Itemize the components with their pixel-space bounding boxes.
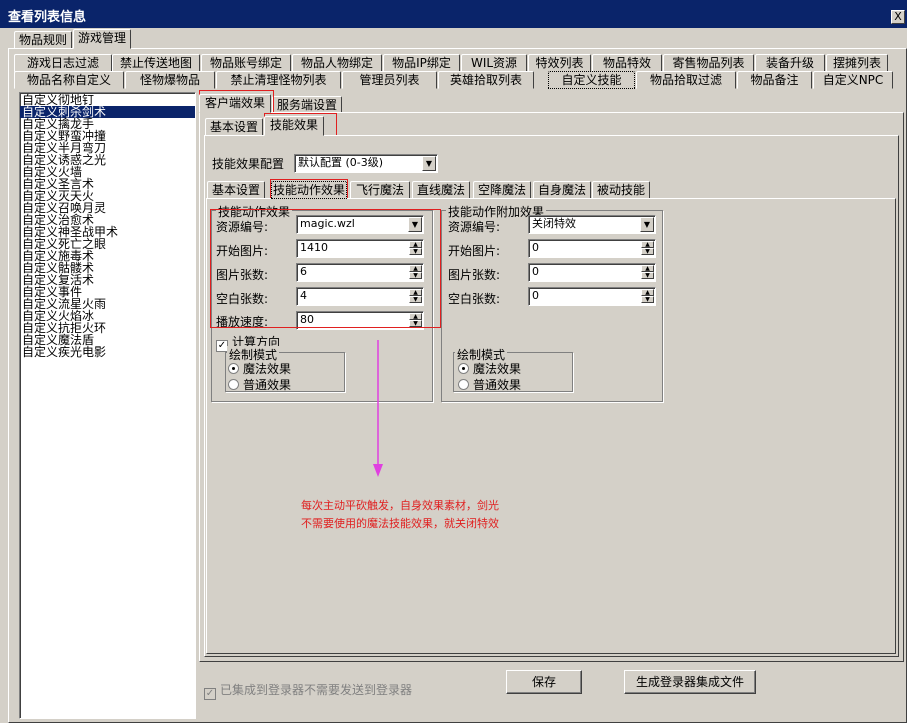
window-title: 查看列表信息	[8, 10, 87, 25]
radio-selected-icon[interactable]	[458, 363, 469, 374]
feature-tab-row1-6[interactable]: 特效列表	[528, 54, 591, 72]
extra-blank-stepper[interactable]: 0 ▲ ▼	[528, 287, 656, 306]
image-count-label: 图片张数:	[216, 268, 269, 282]
extra-radio-magic-label: 魔法效果	[473, 362, 522, 376]
extra-radio-normal-label: 普通效果	[473, 378, 522, 392]
tab-item-rules[interactable]: 物品规则	[14, 31, 72, 49]
play-speed-value: 80	[300, 313, 314, 326]
spin-arrows-icon[interactable]: ▲ ▼	[409, 289, 422, 304]
radio-magic-label: 魔法效果	[243, 362, 292, 376]
list-item[interactable]: 自定义疾光电影	[20, 346, 195, 358]
resource-select[interactable]: magic.wzl ▼	[296, 215, 424, 234]
inner-tab-6[interactable]: 被动技能	[592, 181, 650, 199]
radio-icon[interactable]	[228, 379, 239, 390]
inner-tab-3[interactable]: 直线魔法	[412, 181, 470, 199]
extra-resource-label: 资源编号:	[448, 220, 501, 234]
tab-game-management[interactable]: 游戏管理	[73, 29, 131, 49]
effect-config-label: 技能效果配置	[212, 157, 285, 171]
spin-arrows-icon[interactable]: ▲ ▼	[409, 313, 422, 328]
extra-blank-value: 0	[532, 289, 539, 302]
tab-skill-effect[interactable]: 技能效果	[264, 116, 324, 136]
start-image-stepper[interactable]: 1410 ▲ ▼	[296, 239, 424, 258]
effect-config-select[interactable]: 默认配置 (0-3级) ▼	[294, 154, 438, 173]
tab-client-effect[interactable]: 客户端效果	[199, 94, 271, 113]
feature-tab-row2-3[interactable]: 管理员列表	[342, 71, 437, 89]
extra-count-value: 0	[532, 265, 539, 278]
extra-start-label: 开始图片:	[448, 244, 501, 258]
radio-normal-label: 普通效果	[243, 378, 292, 392]
annotation-arrow	[373, 340, 383, 477]
resource-label: 资源编号:	[216, 220, 269, 234]
spin-arrows-icon[interactable]: ▲ ▼	[641, 265, 654, 280]
spin-arrows-icon[interactable]: ▲ ▼	[409, 241, 422, 256]
feature-tab-row1-10[interactable]: 摆摊列表	[826, 54, 888, 72]
extra-start-stepper[interactable]: 0 ▲ ▼	[528, 239, 656, 258]
generate-login-file-button[interactable]: 生成登录器集成文件	[624, 670, 756, 694]
feature-tab-row2-2[interactable]: 禁止清理怪物列表	[216, 71, 341, 89]
blank-count-label: 空白张数:	[216, 292, 269, 306]
annotation-line-2: 不需要使用的魔法技能效果，就关闭特效	[301, 517, 499, 530]
play-speed-label: 播放速度:	[216, 315, 269, 329]
radio-icon[interactable]	[458, 379, 469, 390]
effect-config-value: 默认配置 (0-3级)	[298, 156, 384, 169]
resource-value: magic.wzl	[300, 217, 355, 230]
blank-count-value: 4	[300, 289, 307, 302]
chevron-down-icon[interactable]: ▼	[640, 217, 654, 232]
feature-tab-row2-5[interactable]: 自定义技能	[548, 71, 635, 89]
image-count-stepper[interactable]: 6 ▲ ▼	[296, 263, 424, 282]
inner-tab-4[interactable]: 空降魔法	[473, 181, 531, 199]
play-speed-stepper[interactable]: 80 ▲ ▼	[296, 311, 424, 330]
start-image-value: 1410	[300, 241, 328, 254]
extra-start-value: 0	[532, 241, 539, 254]
feature-tab-row1-3[interactable]: 物品人物绑定	[292, 54, 382, 72]
extra-resource-value: 关闭特效	[532, 217, 576, 230]
save-button[interactable]: 保存	[506, 670, 582, 694]
checkbox-disabled-icon: ✓	[204, 688, 216, 700]
spin-arrows-icon[interactable]: ▲ ▼	[641, 289, 654, 304]
feature-tab-row1-7[interactable]: 物品特效	[592, 54, 662, 72]
radio-normal-effect[interactable]: 普通效果	[228, 376, 291, 393]
arrow-head	[373, 464, 383, 477]
feature-tab-row2-7[interactable]: 物品备注	[737, 71, 812, 89]
extra-radio-normal[interactable]: 普通效果	[458, 376, 521, 393]
inner-tab-1[interactable]: 技能动作效果	[271, 181, 347, 199]
image-count-value: 6	[300, 265, 307, 278]
radio-magic-effect[interactable]: 魔法效果	[228, 360, 291, 377]
feature-tab-row2-6[interactable]: 物品拾取过滤	[636, 71, 736, 89]
feature-tab-row1-2[interactable]: 物品账号绑定	[201, 54, 291, 72]
tab-basic-settings[interactable]: 基本设置	[205, 118, 263, 136]
chevron-down-icon[interactable]: ▼	[408, 217, 422, 232]
spin-arrows-icon[interactable]: ▲ ▼	[409, 265, 422, 280]
inner-tab-2[interactable]: 飞行魔法	[350, 181, 410, 199]
inner-tab-5[interactable]: 自身魔法	[533, 181, 591, 199]
extra-blank-label: 空白张数:	[448, 292, 501, 306]
feature-tab-row2-1[interactable]: 怪物爆物品	[125, 71, 215, 89]
skill-list[interactable]: 自定义彻地钉 自定义刺杀剑术 自定义擒龙手 自定义野蛮冲撞 自定义半月弯刀 自定义诱惑之光…	[19, 92, 196, 719]
chevron-down-icon[interactable]: ▼	[422, 156, 436, 171]
integrated-checkbox: ✓ 已集成到登录器不需要发送到登录器	[204, 681, 412, 700]
inner-tab-0[interactable]: 基本设置	[207, 181, 265, 199]
extra-count-stepper[interactable]: 0 ▲ ▼	[528, 263, 656, 282]
feature-tab-row2-0[interactable]: 物品名称自定义	[14, 71, 124, 89]
feature-tab-row1-9[interactable]: 装备升级	[755, 54, 825, 72]
radio-selected-icon[interactable]	[228, 363, 239, 374]
extra-resource-select[interactable]: 关闭特效 ▼	[528, 215, 656, 234]
feature-tab-row2-8[interactable]: 自定义NPC	[813, 71, 893, 89]
extra-count-label: 图片张数:	[448, 268, 501, 282]
start-image-label: 开始图片:	[216, 244, 269, 258]
annotation-line-1: 每次主动平砍触发，自身效果素材，剑光	[301, 499, 499, 512]
integrated-label: 已集成到登录器不需要发送到登录器	[220, 683, 413, 697]
feature-tab-row1-1[interactable]: 禁止传送地图	[112, 54, 200, 72]
blank-count-stepper[interactable]: 4 ▲ ▼	[296, 287, 424, 306]
feature-tab-row2-4[interactable]: 英雄拾取列表	[438, 71, 534, 89]
window-title-bar: 查看列表信息	[0, 0, 907, 28]
spin-arrows-icon[interactable]: ▲ ▼	[641, 241, 654, 256]
feature-tab-row1-0[interactable]: 游戏日志过滤	[14, 54, 112, 72]
feature-tab-row1-8[interactable]: 寄售物品列表	[663, 54, 754, 72]
feature-tab-row1-4[interactable]: 物品IP绑定	[383, 54, 460, 72]
close-button[interactable]: X	[891, 10, 905, 24]
extra-radio-magic[interactable]: 魔法效果	[458, 360, 521, 377]
feature-tab-row1-5[interactable]: WIL资源	[461, 54, 527, 72]
